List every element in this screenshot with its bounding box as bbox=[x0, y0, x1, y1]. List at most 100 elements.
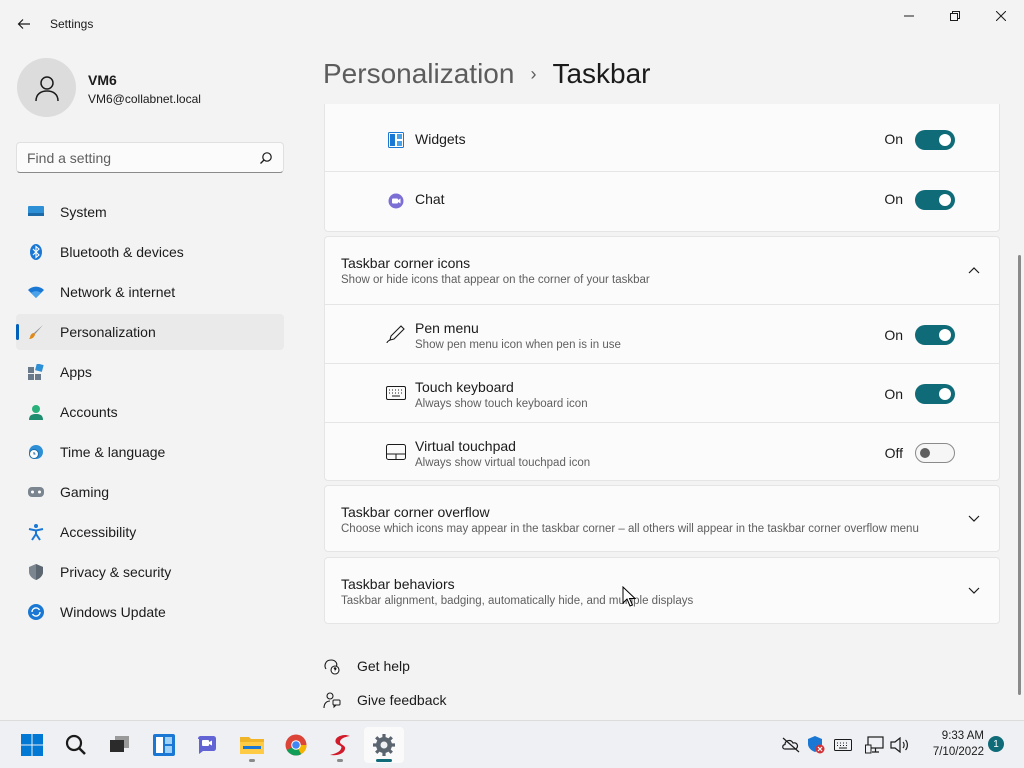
monitor-icon bbox=[28, 204, 44, 220]
corner-overflow-description: Choose which icons may appear in the tas… bbox=[341, 523, 919, 535]
start-icon bbox=[21, 734, 43, 756]
help-icon bbox=[322, 656, 342, 676]
person-icon bbox=[34, 75, 59, 101]
search-box[interactable] bbox=[16, 142, 284, 173]
sidebar-item-gaming[interactable]: Gaming bbox=[16, 474, 284, 510]
corner-icons-title: Taskbar corner icons bbox=[341, 255, 471, 271]
breadcrumb-parent[interactable]: Personalization bbox=[323, 58, 514, 90]
touch-keyboard-row: Touch keyboard Always show touch keyboar… bbox=[325, 363, 999, 422]
user-email: VM6@collabnet.local bbox=[88, 92, 201, 106]
avatar[interactable] bbox=[17, 58, 76, 117]
sidebar-item-label: System bbox=[60, 204, 107, 220]
sidebar-item-apps[interactable]: Apps bbox=[16, 354, 284, 390]
corner-overflow-title: Taskbar corner overflow bbox=[341, 504, 490, 520]
breadcrumb-separator: › bbox=[530, 63, 537, 84]
app-button[interactable] bbox=[320, 727, 360, 763]
get-help-label: Get help bbox=[357, 658, 410, 674]
sidebar-item-privacy[interactable]: Privacy & security bbox=[16, 554, 284, 590]
sidebar-item-system[interactable]: System bbox=[16, 194, 284, 230]
behaviors-description: Taskbar alignment, badging, automaticall… bbox=[341, 595, 694, 607]
virtual-touchpad-label: Virtual touchpad bbox=[415, 438, 516, 454]
sidebar-item-label: Accessibility bbox=[60, 524, 137, 540]
chat-icon bbox=[198, 736, 216, 754]
chevron-down-icon[interactable] bbox=[967, 512, 981, 526]
accessibility-icon bbox=[28, 524, 44, 541]
close-icon bbox=[996, 11, 1006, 21]
onedrive-offline-icon[interactable] bbox=[781, 735, 801, 755]
touchpad-icon bbox=[385, 441, 407, 463]
brush-icon bbox=[28, 324, 44, 340]
sidebar-item-label: Windows Update bbox=[60, 604, 166, 620]
pen-menu-toggle[interactable] bbox=[915, 325, 955, 345]
touch-keyboard-tray-icon[interactable] bbox=[833, 735, 853, 755]
chevron-down-icon[interactable] bbox=[967, 584, 981, 598]
widgets-label: Widgets bbox=[415, 131, 466, 147]
sidebar-item-label: Privacy & security bbox=[60, 564, 172, 580]
get-help-link[interactable]: Get help bbox=[322, 656, 410, 676]
search-icon[interactable] bbox=[259, 151, 273, 165]
widgets-state: On bbox=[884, 131, 903, 147]
scrollbar[interactable] bbox=[1018, 255, 1021, 695]
search-input[interactable] bbox=[27, 149, 259, 166]
apps-icon bbox=[28, 364, 44, 380]
settings-taskbar-button[interactable] bbox=[364, 727, 404, 763]
feedback-icon bbox=[322, 690, 342, 710]
chevron-up-icon[interactable] bbox=[967, 263, 981, 277]
user-name: VM6 bbox=[88, 72, 117, 88]
chrome-button[interactable] bbox=[276, 727, 316, 763]
sidebar-item-label: Accounts bbox=[60, 404, 118, 420]
file-explorer-button[interactable] bbox=[232, 727, 272, 763]
network-icon[interactable] bbox=[865, 735, 885, 755]
widgets-taskbar-button[interactable] bbox=[144, 727, 184, 763]
task-view-button[interactable] bbox=[100, 727, 140, 763]
chat-toggle[interactable] bbox=[915, 190, 955, 210]
sidebar-item-time-language[interactable]: Time & language bbox=[16, 434, 284, 470]
sidebar-item-accounts[interactable]: Accounts bbox=[16, 394, 284, 430]
widgets-toggle[interactable] bbox=[915, 130, 955, 150]
maximize-button[interactable] bbox=[932, 0, 978, 32]
widgets-icon bbox=[385, 129, 407, 151]
person-icon bbox=[28, 404, 44, 420]
corner-icons-header[interactable]: Taskbar corner icons Show or hide icons … bbox=[325, 237, 999, 304]
chat-taskbar-button[interactable] bbox=[188, 727, 228, 763]
sidebar-item-personalization[interactable]: Personalization bbox=[16, 314, 284, 350]
back-button[interactable] bbox=[12, 10, 36, 38]
virtual-touchpad-description: Always show virtual touchpad icon bbox=[415, 457, 591, 469]
sidebar-item-network[interactable]: Network & internet bbox=[16, 274, 284, 310]
widgets-icon bbox=[153, 734, 175, 756]
behaviors-card[interactable]: Taskbar behaviors Taskbar alignment, bad… bbox=[324, 557, 1000, 624]
give-feedback-link[interactable]: Give feedback bbox=[322, 690, 447, 710]
touch-keyboard-label: Touch keyboard bbox=[415, 379, 514, 395]
app-title: Settings bbox=[50, 17, 94, 31]
search-icon bbox=[65, 734, 86, 755]
arrow-left-icon bbox=[17, 19, 30, 29]
give-feedback-label: Give feedback bbox=[357, 692, 447, 708]
wifi-icon bbox=[28, 284, 44, 300]
touch-keyboard-state: On bbox=[884, 386, 903, 402]
pen-icon bbox=[385, 323, 407, 345]
task-view-icon bbox=[110, 736, 129, 752]
taskbar-search-button[interactable] bbox=[56, 727, 96, 763]
sidebar-item-bluetooth[interactable]: Bluetooth & devices bbox=[16, 234, 284, 270]
running-indicator bbox=[376, 759, 392, 762]
minimize-button[interactable] bbox=[886, 0, 932, 32]
security-alert-icon[interactable] bbox=[806, 735, 826, 755]
virtual-touchpad-row: Virtual touchpad Always show virtual tou… bbox=[325, 422, 999, 481]
gamepad-icon bbox=[28, 484, 44, 500]
sidebar-item-label: Gaming bbox=[60, 484, 110, 500]
sidebar-item-label: Network & internet bbox=[60, 284, 176, 300]
sidebar-item-windows-update[interactable]: Windows Update bbox=[16, 594, 284, 630]
sidebar-item-accessibility[interactable]: Accessibility bbox=[16, 514, 284, 550]
corner-icons-description: Show or hide icons that appear on the co… bbox=[341, 274, 650, 286]
volume-icon[interactable] bbox=[890, 735, 910, 755]
virtual-touchpad-toggle[interactable] bbox=[915, 443, 955, 463]
notification-badge[interactable]: 1 bbox=[988, 736, 1004, 752]
touch-keyboard-toggle[interactable] bbox=[915, 384, 955, 404]
settings-icon bbox=[373, 734, 395, 756]
pen-menu-description: Show pen menu icon when pen is in use bbox=[415, 339, 621, 351]
close-button[interactable] bbox=[978, 0, 1024, 32]
clock[interactable]: 9:33 AM 7/10/2022 bbox=[916, 728, 984, 760]
minimize-icon bbox=[904, 15, 914, 17]
corner-overflow-card[interactable]: Taskbar corner overflow Choose which ico… bbox=[324, 485, 1000, 552]
start-button[interactable] bbox=[12, 727, 52, 763]
